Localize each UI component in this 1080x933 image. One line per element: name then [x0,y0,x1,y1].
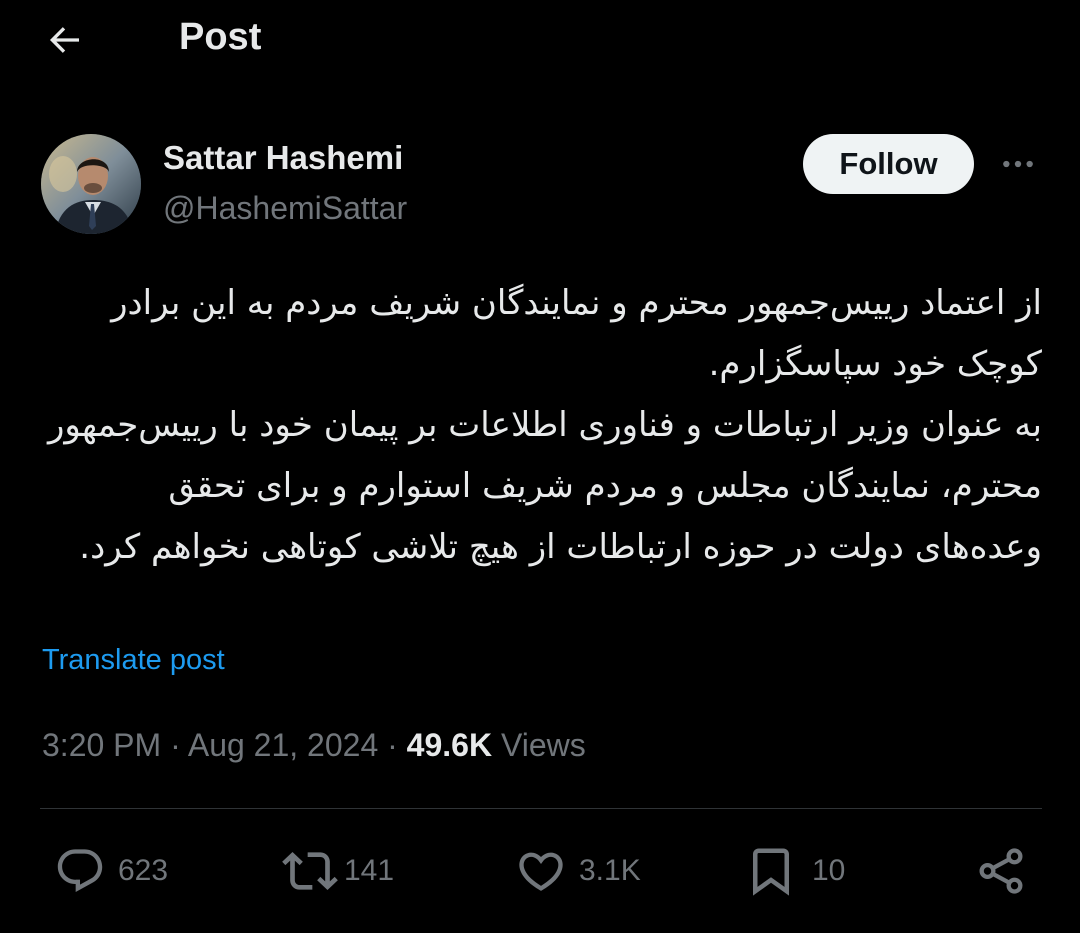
meta-separator: · [170,727,181,763]
back-button[interactable] [38,14,90,66]
divider [40,808,1042,809]
views-label: Views [500,727,586,763]
share-button[interactable] [974,842,1028,900]
post-time[interactable]: 3:20 PM [42,727,161,763]
share-icon [979,848,1023,894]
arrow-left-icon [49,27,79,53]
views-count: 49.6K [406,727,493,763]
meta-separator: · [387,727,398,763]
post-page: Post Sattar Hashemi @HashemiSattar Follo… [0,0,1080,933]
top-bar: Post [0,0,1080,80]
reply-icon [57,849,103,893]
author-handle[interactable]: @HashemiSattar [163,188,407,228]
repost-count: 141 [344,854,395,887]
post-text: از اعتماد رییس‌جمهور محترم و نمایندگان ش… [40,273,1042,578]
repost-icon [282,852,338,890]
more-options-button[interactable] [994,140,1042,188]
post-paragraph: از اعتماد رییس‌جمهور محترم و نمایندگان ش… [111,283,1042,384]
repost-button[interactable]: 141 [282,842,394,900]
reply-count: 623 [118,854,169,887]
reply-button[interactable]: 623 [54,842,168,900]
like-count: 3.1K [579,854,641,887]
avatar[interactable] [41,134,141,234]
post-metadata: 3:20 PM · Aug 21, 2024 · 49.6K Views [42,724,586,766]
bookmark-icon [753,848,789,896]
author-name[interactable]: Sattar Hashemi [163,138,403,178]
bookmark-count: 10 [812,854,846,887]
like-button[interactable]: 3.1K [515,842,641,900]
post-paragraph: به عنوان وزیر ارتباطات و فناوری اطلاعات … [47,405,1042,567]
profile-photo [41,134,141,234]
follow-button[interactable]: Follow [803,134,974,194]
post-date[interactable]: Aug 21, 2024 [188,727,378,763]
heart-icon [519,852,563,891]
bookmark-button[interactable]: 10 [744,842,845,900]
page-title: Post [179,16,262,58]
ellipsis-icon [1003,160,1033,168]
translate-post-link[interactable]: Translate post [42,640,225,680]
